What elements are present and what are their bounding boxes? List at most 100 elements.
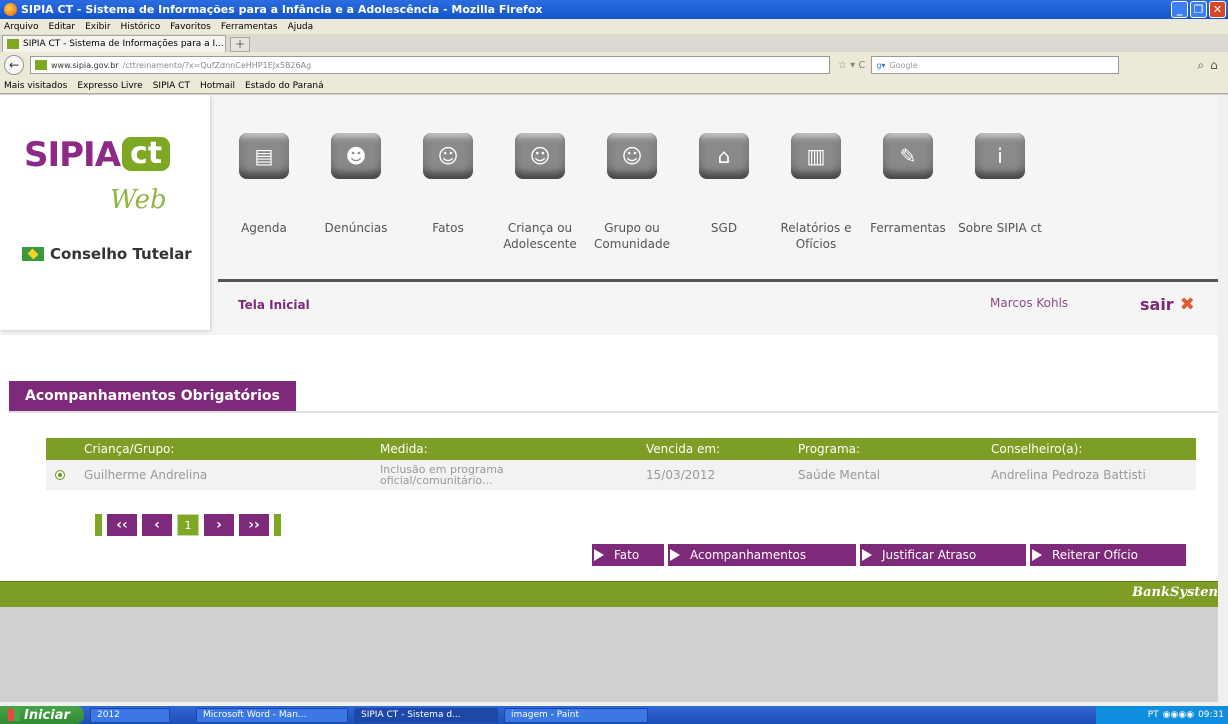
home-icon[interactable]: ⌂ — [1210, 58, 1218, 72]
organization-name: Conselho Tutelar — [50, 245, 192, 263]
section-title: Acompanhamentos Obrigatórios — [9, 381, 296, 412]
nav-denuncias[interactable]: ☻ Denúncias — [310, 115, 402, 260]
nav-label: Agenda — [241, 221, 287, 235]
menu-favoritos[interactable]: Favoritos — [170, 22, 211, 32]
clock[interactable]: 09:31 — [1198, 710, 1224, 720]
footer-brand: BankSysten — [1132, 585, 1218, 600]
last-page-button[interactable]: ›› — [239, 514, 269, 536]
main-nav: ▤ Agenda ☻ Denúncias ☺ Fatos ☺ Criança o… — [218, 115, 1046, 260]
prev-page-button[interactable]: ‹ — [142, 514, 172, 536]
cell-medida: Inclusão em programa oficial/comunitário… — [380, 463, 504, 487]
task-paint[interactable]: imagem - Paint — [504, 707, 648, 723]
tab-bar: SIPIA CT - Sistema de Informações para a… — [0, 34, 1228, 52]
breadcrumb[interactable]: Tela Inicial — [238, 298, 310, 312]
bookmark-hotmail[interactable]: Hotmail — [200, 81, 235, 91]
table-row[interactable]: Guilherme Andrelina Inclusão em programa… — [46, 460, 1196, 490]
nav-sobre[interactable]: i Sobre SIPIA ct — [954, 115, 1046, 260]
search-engine-icon: g▾ — [876, 60, 886, 70]
pager-bracket-right — [274, 514, 281, 536]
menu-arquivo[interactable]: Arquivo — [4, 22, 38, 32]
logo-ct: ct — [122, 137, 171, 171]
windows-taskbar: Iniciar 2012 Microsoft Word - Man... SIP… — [0, 706, 1228, 724]
firefox-icon — [4, 3, 17, 16]
logout-label: sair — [1140, 295, 1174, 314]
tab-favicon-icon — [7, 39, 19, 49]
nav-ferramentas[interactable]: ✎ Ferramentas — [862, 115, 954, 260]
tab-label: SIPIA CT - Sistema de Informações para a… — [23, 39, 224, 49]
footer-area — [0, 607, 1218, 702]
task-firefox[interactable]: SIPIA CT - Sistema d... — [354, 707, 498, 723]
windows-logo-icon — [8, 709, 20, 721]
first-page-button[interactable]: ‹‹ — [107, 514, 137, 536]
bookmark-mais-visitados[interactable]: Mais visitados — [4, 81, 67, 91]
close-button[interactable]: ✕ — [1209, 1, 1226, 18]
tray-icons[interactable]: ◉◉◉◉ — [1163, 710, 1194, 720]
nav-label: Fatos — [432, 221, 464, 235]
task-folder[interactable]: 2012 — [90, 707, 170, 723]
fatos-icon: ☺ — [423, 133, 473, 179]
back-button[interactable]: ← — [4, 55, 24, 75]
start-button[interactable]: Iniciar — [0, 706, 84, 724]
menu-ajuda[interactable]: Ajuda — [288, 22, 314, 32]
task-word[interactable]: Microsoft Word - Man... — [196, 707, 348, 723]
cell-vencida: 15/03/2012 — [646, 468, 716, 482]
menu-editar[interactable]: Editar — [48, 22, 75, 32]
bookmark-expresso-livre[interactable]: Expresso Livre — [77, 81, 142, 91]
page-content: SIPIA ct Web Conselho Tutelar ▤ Agenda ☻… — [0, 95, 1218, 702]
window-title: SIPIA CT - Sistema de Informações para a… — [21, 3, 543, 16]
menu-historico[interactable]: Histórico — [121, 22, 161, 32]
star-icon[interactable]: ☆ ▾ C — [838, 60, 865, 71]
url-bar[interactable]: www.sipia.gov.br/cttreinamento/?x=QufZdn… — [30, 56, 830, 74]
search-icon[interactable]: ⌕ — [1197, 58, 1204, 73]
system-tray: PT ◉◉◉◉ 09:31 — [1096, 706, 1228, 724]
nav-crianca[interactable]: ☺ Criança ou Adolescente — [494, 115, 586, 260]
justificar-atraso-button[interactable]: Justificar Atraso — [860, 544, 1026, 566]
logo-sipia: SIPIA — [24, 135, 121, 175]
menu-ferramentas[interactable]: Ferramentas — [221, 22, 278, 32]
minimize-button[interactable]: _ — [1171, 1, 1188, 18]
bookmark-estado-parana[interactable]: Estado do Paraná — [245, 81, 324, 91]
user-name[interactable]: Marcos Kohls — [990, 296, 1068, 310]
vertical-scrollbar[interactable] — [1218, 95, 1228, 702]
url-path: /cttreinamento/?x=QufZdnnCeHHP1EJx5B26Ag — [122, 60, 312, 70]
pager-bracket-left — [95, 514, 102, 536]
action-buttons: Fato Acompanhamentos Justificar Atraso R… — [592, 544, 1186, 566]
menu-bar: Arquivo Editar Exibir Histórico Favorito… — [0, 19, 1228, 34]
nav-grupo[interactable]: ☺ Grupo ou Comunidade — [586, 115, 678, 260]
bookmark-sipia-ct[interactable]: SIPIA CT — [153, 81, 190, 91]
agenda-icon: ▤ — [239, 133, 289, 179]
current-page[interactable]: 1 — [177, 514, 199, 536]
bookmarks-bar: Mais visitados Expresso Livre SIPIA CT H… — [0, 78, 1228, 94]
relatorios-icon: ▥ — [791, 133, 841, 179]
reiterar-oficio-button[interactable]: Reiterar Ofício — [1030, 544, 1186, 566]
nav-relatorios[interactable]: ▥ Relatórios e Ofícios — [770, 115, 862, 260]
site-header: SIPIA ct Web Conselho Tutelar ▤ Agenda ☻… — [0, 95, 1218, 335]
nav-fatos[interactable]: ☺ Fatos — [402, 115, 494, 260]
nav-sgd[interactable]: ⌂ SGD — [678, 115, 770, 260]
nav-label: Criança ou Adolescente — [503, 221, 577, 251]
site-icon — [35, 60, 47, 70]
url-domain: www.sipia.gov.br — [51, 60, 119, 70]
section-divider — [9, 411, 1218, 413]
next-page-button[interactable]: › — [204, 514, 234, 536]
fato-button[interactable]: Fato — [592, 544, 664, 566]
col-conselheiro: Conselheiro(a): — [991, 442, 1083, 456]
logo[interactable]: SIPIA ct Web Conselho Tutelar — [0, 95, 210, 330]
acompanhamentos-button[interactable]: Acompanhamentos — [668, 544, 856, 566]
logout-button[interactable]: sair ✖ — [1140, 294, 1195, 315]
info-icon: i — [975, 133, 1025, 179]
home-icon: ⌂ — [699, 133, 749, 179]
search-input[interactable]: g▾ Google — [871, 56, 1120, 74]
browser-tab[interactable]: SIPIA CT - Sistema de Informações para a… — [2, 35, 226, 52]
crianca-icon: ☺ — [515, 133, 565, 179]
menu-exibir[interactable]: Exibir — [85, 22, 110, 32]
new-tab-button[interactable]: + — [230, 37, 250, 52]
nav-label: SGD — [710, 221, 738, 235]
restore-button[interactable]: ❐ — [1190, 1, 1207, 18]
nav-divider — [218, 279, 1218, 282]
footer-bar: BankSysten — [0, 581, 1218, 607]
nav-label: Denúncias — [324, 221, 388, 235]
row-radio[interactable] — [55, 470, 65, 480]
nav-agenda[interactable]: ▤ Agenda — [218, 115, 310, 260]
language-indicator[interactable]: PT — [1148, 710, 1159, 720]
